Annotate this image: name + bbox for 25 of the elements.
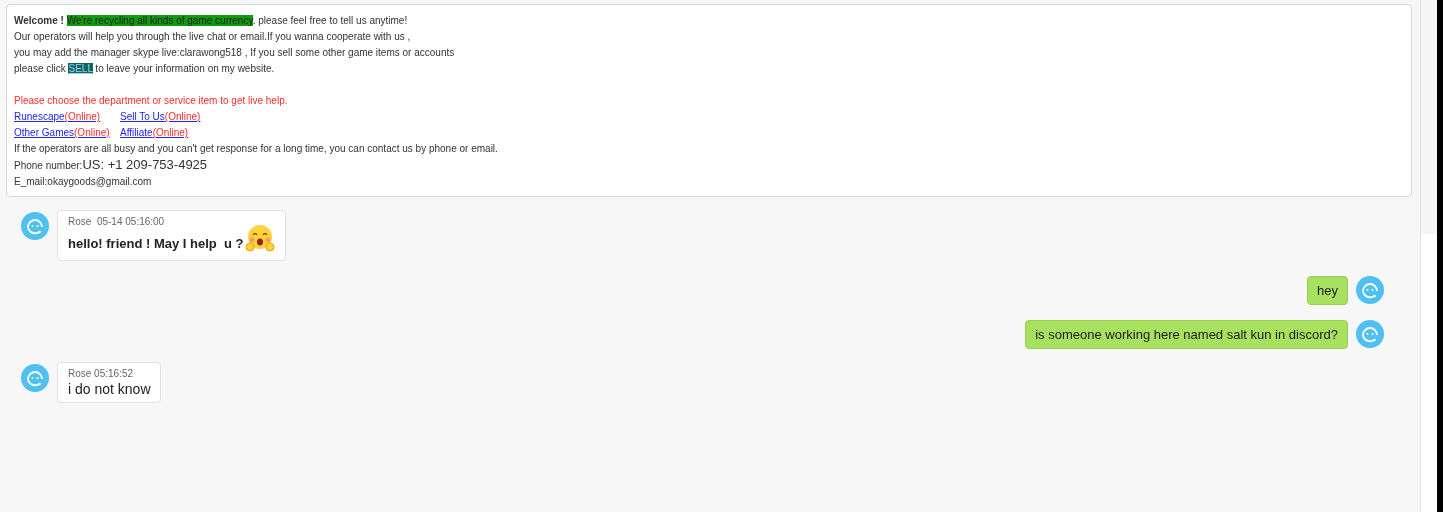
notice-text: If the operators are all busy and you can't get response for a long time, you can contact us by phone or email. — [14, 142, 499, 156]
department-link[interactable]: Runescape(Online) — [14, 111, 101, 122]
sell-link[interactable]: SELL — [68, 63, 93, 74]
email-text: E_mail:okaygoods@gmail.com — [14, 175, 153, 189]
message-meta: Rose 05-14 05:16:00 — [68, 216, 166, 227]
message-bubble: hey — [1307, 276, 1348, 305]
department-link[interactable]: Affiliate(Online) — [120, 127, 189, 138]
message-bubble: is someone working here named salt kun in discord? — [1025, 320, 1348, 349]
message-text: i do not know — [68, 381, 151, 397]
message-meta: Rose 05:16:52 — [68, 368, 135, 379]
welcome-text: Welcome ! We're recycling all kinds of game currency. please feel free to tell us anytime! — [14, 14, 409, 28]
department-link[interactable]: Sell To Us(Online) — [120, 111, 201, 122]
notice-text: you may add the manager skype live:clarawong518 , If you sell some other game items or accounts — [14, 46, 456, 60]
message-text: hello! friend ! May I help u ? — [68, 236, 244, 253]
scrollbar[interactable] — [1420, 0, 1437, 512]
agent-avatar-icon — [21, 364, 49, 392]
department-link[interactable]: Other Games(Online) — [14, 127, 110, 138]
phone-number: US: +1 209-753-4925 — [82, 157, 208, 173]
agent-avatar-icon — [21, 212, 49, 240]
phone-label: Phone number: — [14, 159, 83, 173]
notice-prompt: Please choose the department or service item to get live help. — [14, 94, 289, 108]
agent-avatar-icon — [1356, 276, 1384, 304]
agent-avatar-icon — [1356, 320, 1384, 348]
notice-text: Our operators will help you through the live chat or email.If you wanna cooperate with us , — [14, 30, 412, 44]
notice-text: please click SELL to leave your information on my website. — [14, 62, 276, 76]
